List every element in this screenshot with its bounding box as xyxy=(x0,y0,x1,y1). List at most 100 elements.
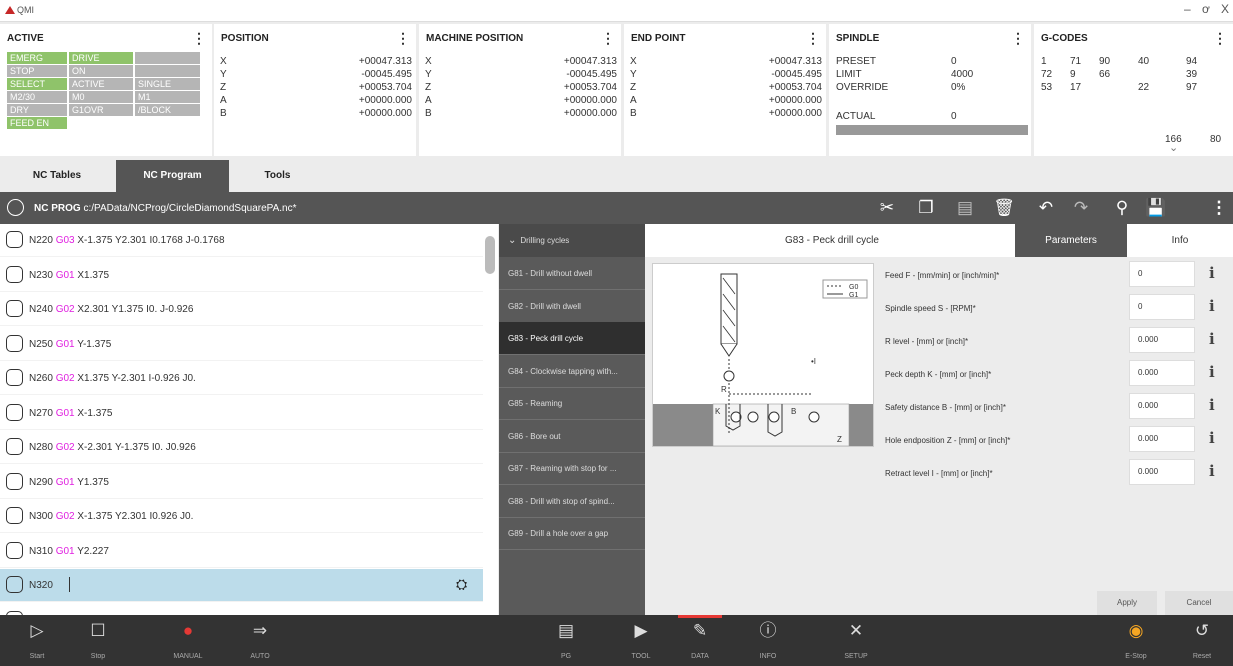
redo-icon[interactable]: ↷ xyxy=(1069,196,1093,220)
nc-line-row[interactable]: N260 G02 X1.375 Y-2.301 I-0.926 J0. xyxy=(0,362,483,395)
param-input[interactable]: 0.000 xyxy=(1129,360,1195,386)
spindle-actual-label: ACTUAL xyxy=(836,111,876,122)
param-info-icon[interactable]: i xyxy=(1209,429,1215,447)
chevron-down-icon[interactable]: ⌄ xyxy=(1169,141,1178,154)
cycles-header[interactable]: ⌄ Drilling cycles xyxy=(499,224,645,257)
position-menu-icon[interactable]: ⋮ xyxy=(396,30,410,47)
cycle-item[interactable]: G87 - Reaming with stop for ... xyxy=(499,452,645,485)
param-info-icon[interactable]: i xyxy=(1209,462,1215,480)
line-checkbox[interactable] xyxy=(6,265,23,283)
tab-parameters[interactable]: Parameters xyxy=(1015,224,1127,257)
cancel-button[interactable]: Cancel xyxy=(1165,591,1233,615)
undo-icon[interactable]: ↶ xyxy=(1034,196,1058,220)
more-menu-icon[interactable]: ⋮ xyxy=(1207,196,1231,220)
nc-line-row[interactable]: N270 G01 X-1.375 xyxy=(0,397,483,430)
nc-line-row[interactable]: N240 G02 X2.301 Y1.375 I0. J-0.926 xyxy=(0,293,483,326)
cycle-item[interactable]: G81 - Drill without dwell xyxy=(499,257,645,290)
param-input[interactable]: 0 xyxy=(1129,261,1195,287)
search-icon[interactable]: ⚲ xyxy=(1110,196,1134,220)
active-menu-icon[interactable]: ⋮ xyxy=(192,30,206,47)
delete-icon[interactable]: 🗑 xyxy=(992,196,1016,220)
gcodes-menu-icon[interactable]: ⋮ xyxy=(1213,30,1227,47)
param-info-icon[interactable]: i xyxy=(1209,363,1215,381)
line-checkbox[interactable] xyxy=(6,403,23,421)
cycle-item[interactable]: G88 - Drill with stop of spind... xyxy=(499,485,645,518)
nc-line-row[interactable]: N250 G01 Y-1.375 xyxy=(0,328,483,361)
pg-button[interactable]: ▤ PG xyxy=(536,615,596,666)
nc-line-row[interactable]: N280 G02 X-2.301 Y-1.375 I0. J0.926 xyxy=(0,431,483,464)
reset-button[interactable]: ↺ Reset xyxy=(1172,615,1232,666)
gcode-word: G01 xyxy=(55,476,75,488)
data-button[interactable]: ✎ DATA xyxy=(670,615,730,666)
copy-icon[interactable]: ❐ xyxy=(914,196,938,220)
nc-line-row[interactable]: N310 G01 Y2.227 xyxy=(0,535,483,568)
line-checkbox[interactable] xyxy=(6,541,23,559)
tool-button[interactable]: ▶ TOOL xyxy=(611,615,671,666)
param-input[interactable]: 0.000 xyxy=(1129,426,1195,452)
auto-button[interactable]: ⇒ AUTO xyxy=(230,615,290,666)
param-info-icon[interactable]: i xyxy=(1209,264,1215,282)
nc-line-row[interactable]: N290 G01 Y1.375 xyxy=(0,466,483,499)
param-input[interactable]: 0.000 xyxy=(1129,459,1195,485)
info-button[interactable]: ⓘ INFO xyxy=(738,615,798,666)
cycle-item[interactable]: G82 - Drill with dwell xyxy=(499,290,645,323)
axis-value: -00045.495 xyxy=(771,69,822,80)
estop-button[interactable]: ◉ E-Stop xyxy=(1106,615,1166,666)
apply-button[interactable]: Apply xyxy=(1097,591,1157,615)
cycle-item[interactable]: G85 - Reaming xyxy=(499,387,645,420)
minimize-button[interactable]: – xyxy=(1184,2,1191,16)
line-checkbox[interactable] xyxy=(6,334,23,352)
program-icon: ▤ xyxy=(557,621,575,640)
param-info-icon[interactable]: i xyxy=(1209,396,1215,414)
end-point-menu-icon[interactable]: ⋮ xyxy=(806,30,820,47)
line-checkbox[interactable] xyxy=(6,231,23,248)
cycle-detail: G83 - Peck drill cycle Parameters Info R… xyxy=(645,224,1233,615)
nc-line-row[interactable]: N320 ⛭ xyxy=(0,569,483,602)
save-icon[interactable]: 💾 xyxy=(1144,196,1168,220)
param-info-icon[interactable]: i xyxy=(1209,297,1215,315)
select-all-checkbox[interactable] xyxy=(7,199,24,216)
line-args: X-1.375 xyxy=(74,407,113,419)
drill-tip xyxy=(720,343,738,357)
setup-button[interactable]: ✕ SETUP xyxy=(826,615,886,666)
paste-icon[interactable]: ▤ xyxy=(953,196,977,220)
line-checkbox[interactable] xyxy=(6,369,23,386)
tab-nc-tables[interactable]: NC Tables xyxy=(0,160,114,192)
axis-value: -00045.495 xyxy=(361,69,412,80)
param-input[interactable]: 0.000 xyxy=(1129,393,1195,419)
line-checkbox[interactable] xyxy=(6,507,23,524)
nc-line-row[interactable]: N330 X1.375 xyxy=(0,604,483,615)
gcode-value: 90 xyxy=(1099,56,1111,67)
line-checkbox[interactable] xyxy=(6,438,23,455)
cycle-item[interactable]: G86 - Bore out xyxy=(499,420,645,453)
maximize-button[interactable]: ơ xyxy=(1202,2,1210,16)
line-number: N320 xyxy=(29,580,53,591)
nc-line-row[interactable]: N300 G02 X-1.375 Y2.301 I0.926 J0. xyxy=(0,500,483,533)
tab-info[interactable]: Info xyxy=(1127,224,1233,257)
nc-line-row[interactable]: N230 G01 X1.375 xyxy=(0,259,483,292)
param-input[interactable]: 0.000 xyxy=(1129,327,1195,353)
machine-position-menu-icon[interactable]: ⋮ xyxy=(601,30,615,47)
active-status-cell: DRY xyxy=(7,104,67,116)
cycle-item[interactable]: G84 - Clockwise tapping with... xyxy=(499,355,645,388)
line-checkbox[interactable] xyxy=(6,472,23,490)
cycle-item[interactable]: G89 - Drill a hole over a gap xyxy=(499,517,645,550)
spindle-menu-icon[interactable]: ⋮ xyxy=(1011,30,1025,47)
nc-line-row[interactable]: N220 G03 X-1.375 Y2.301 I0.1768 J-0.1768 xyxy=(0,224,483,257)
line-checkbox[interactable] xyxy=(6,300,23,317)
cycle-item[interactable]: G83 - Peck drill cycle xyxy=(499,322,645,355)
stop-button[interactable]: ☐ Stop xyxy=(68,615,128,666)
tab-tools[interactable]: Tools xyxy=(231,160,324,192)
param-info-icon[interactable]: i xyxy=(1209,330,1215,348)
cut-icon[interactable]: ✂ xyxy=(875,196,899,220)
close-button[interactable]: X xyxy=(1221,2,1229,16)
line-tool-icon[interactable]: ⛭ xyxy=(456,576,467,593)
step-7-marker xyxy=(808,411,820,423)
gcode-word: G03 xyxy=(55,235,75,246)
tab-nc-program[interactable]: NC Program xyxy=(116,160,229,192)
start-button[interactable]: ▷ Start xyxy=(7,615,67,666)
line-checkbox[interactable] xyxy=(6,576,23,593)
param-input[interactable]: 0 xyxy=(1129,294,1195,320)
manual-button[interactable]: ● MANUAL xyxy=(158,615,218,666)
list-scrollbar[interactable] xyxy=(485,236,495,274)
